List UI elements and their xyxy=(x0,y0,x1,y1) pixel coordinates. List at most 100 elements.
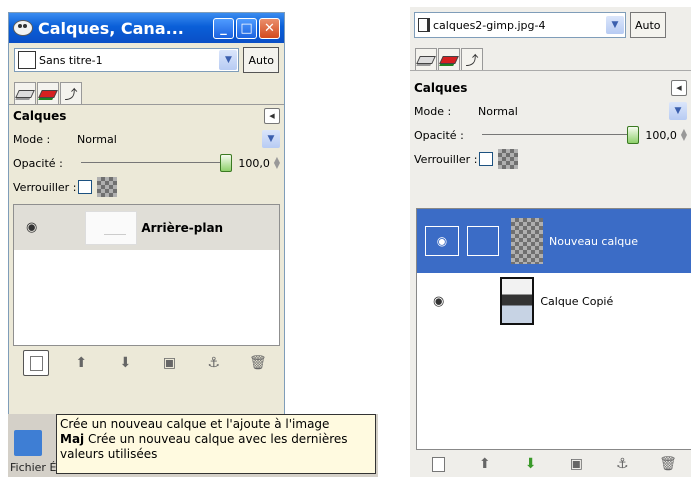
spinner-icon[interactable]: ▲ ▼ xyxy=(274,156,280,170)
opacity-slider[interactable] xyxy=(77,154,233,172)
eye-icon[interactable]: ◉ xyxy=(433,294,444,309)
mode-row: Mode : Normal ▼ xyxy=(9,127,284,151)
slider-handle[interactable] xyxy=(220,154,233,172)
layer-list: ◉ Arrière-plan xyxy=(13,204,280,346)
layer-thumbnail xyxy=(511,218,543,264)
chevron-down-icon[interactable]: ▼ xyxy=(219,50,238,70)
dock-tabs: ⤴ xyxy=(410,43,691,71)
tooltip-key: Maj xyxy=(60,432,85,446)
layer-thumbnail xyxy=(85,210,138,245)
delete-layer-button[interactable]: 🗑 xyxy=(246,351,270,375)
mode-label: Mode : xyxy=(414,104,452,118)
opacity-label: Opacité : xyxy=(13,156,63,170)
chevron-down-icon[interactable]: ▼ xyxy=(669,102,687,120)
opacity-value[interactable]: 100,0 xyxy=(645,129,677,142)
auto-button[interactable]: Auto xyxy=(630,12,666,38)
opacity-row: Opacité : 100,0 ▲ ▼ xyxy=(9,151,284,175)
dock-menu-button[interactable]: ◀ xyxy=(264,108,280,124)
tab-paths[interactable]: ⤴ xyxy=(60,82,82,104)
chain-toggle[interactable] xyxy=(467,226,499,256)
layer-thumbnail xyxy=(500,277,535,325)
layer-name[interactable]: Calque Copié xyxy=(540,295,613,308)
layers-icon xyxy=(15,89,35,98)
window-title: Calques, Cana... xyxy=(38,18,184,38)
lock-row: Verrouiller : xyxy=(9,175,284,199)
lock-row: Verrouiller : xyxy=(410,147,691,171)
lock-label: Verrouiller : xyxy=(414,152,478,166)
paths-icon: ⤴ xyxy=(465,54,479,69)
tab-layers[interactable] xyxy=(415,48,437,70)
layer-name[interactable]: Nouveau calque xyxy=(549,235,638,248)
image-combo[interactable]: calques2-gimp.jpg-4 ▼ xyxy=(414,12,626,38)
chevron-down-icon[interactable]: ▼ xyxy=(262,130,280,148)
opacity-row: Opacité : 100,0 ▲ ▼ xyxy=(410,123,691,147)
opacity-slider[interactable] xyxy=(478,126,640,144)
gimp-app-icon xyxy=(13,20,33,36)
lower-layer-button[interactable]: ⬇ xyxy=(113,351,137,375)
new-layer-icon xyxy=(29,355,43,371)
new-layer-button[interactable] xyxy=(427,452,451,476)
duplicate-layer-button[interactable]: ▣ xyxy=(158,351,182,375)
paths-icon: ⤴ xyxy=(64,88,78,103)
layers-window-left: Calques, Cana... _ □ ✕ Sans titre-1 ▼ Au… xyxy=(8,12,285,477)
tooltip-line-2: Crée un nouveau calque avec les dernière… xyxy=(87,432,348,446)
dock-header: Calques ◀ xyxy=(9,105,284,127)
layer-list: ◉ Nouveau calque ◉ Calque Copié xyxy=(416,208,691,450)
layer-actions-bar: ⬆ ⬇ ▣ ⚓ 🗑 xyxy=(13,348,280,378)
image-combo-value: Sans titre-1 xyxy=(39,53,103,67)
image-selector-row: calques2-gimp.jpg-4 ▼ Auto xyxy=(410,7,691,43)
eye-icon[interactable]: ◉ xyxy=(26,220,37,235)
image-combo-value: calques2-gimp.jpg-4 xyxy=(433,18,546,32)
raise-layer-button[interactable]: ⬆ xyxy=(69,351,93,375)
raise-layer-button[interactable]: ⬆ xyxy=(473,452,497,476)
layer-row[interactable]: ◉ Calque Copié xyxy=(417,273,691,329)
slider-handle[interactable] xyxy=(627,126,640,144)
opacity-label: Opacité : xyxy=(414,128,464,142)
opacity-value[interactable]: 100,0 xyxy=(238,157,270,170)
lock-alpha-checkbox[interactable] xyxy=(479,152,494,166)
new-layer-tooltip: Crée un nouveau calque et l'ajoute à l'i… xyxy=(56,414,376,474)
layer-row-selected[interactable]: ◉ Nouveau calque xyxy=(417,209,691,273)
new-layer-icon xyxy=(432,456,446,472)
new-layer-button[interactable] xyxy=(23,350,50,376)
window-titlebar[interactable]: Calques, Cana... _ □ ✕ xyxy=(9,13,284,43)
layer-name[interactable]: Arrière-plan xyxy=(141,221,223,235)
lock-label: Verrouiller : xyxy=(13,180,77,194)
tab-layers[interactable] xyxy=(14,82,36,104)
layers-icon xyxy=(416,55,436,64)
layers-window-right: calques2-gimp.jpg-4 ▼ Auto ⤴ Calques ◀ M… xyxy=(410,7,691,477)
image-selector-row: Sans titre-1 ▼ Auto xyxy=(9,43,284,77)
tab-channels[interactable] xyxy=(438,48,460,70)
image-thumb-icon xyxy=(18,51,36,69)
close-button[interactable]: ✕ xyxy=(259,17,280,39)
alpha-checker-icon xyxy=(498,149,519,169)
maximize-button[interactable]: □ xyxy=(236,17,257,39)
lock-alpha-checkbox[interactable] xyxy=(78,180,93,194)
tab-channels[interactable] xyxy=(37,82,59,104)
anchor-layer-button[interactable]: ⚓ xyxy=(202,351,226,375)
channels-icon xyxy=(38,89,58,98)
duplicate-layer-button[interactable]: ▣ xyxy=(564,452,588,476)
mode-select[interactable]: Normal xyxy=(478,105,669,118)
mode-row: Mode : Normal ▼ xyxy=(410,99,691,123)
delete-layer-button[interactable]: 🗑 xyxy=(656,452,680,476)
mode-label: Mode : xyxy=(13,132,51,146)
eye-icon[interactable]: ◉ xyxy=(425,226,459,256)
tooltip-line-1: Crée un nouveau calque et l'ajoute à l'i… xyxy=(60,417,330,431)
alpha-checker-icon xyxy=(97,177,118,197)
dock-title: Calques xyxy=(13,109,67,123)
mode-select[interactable]: Normal xyxy=(77,133,262,146)
tab-paths[interactable]: ⤴ xyxy=(461,48,483,70)
auto-button[interactable]: Auto xyxy=(243,47,279,73)
spinner-icon[interactable]: ▲ ▼ xyxy=(681,128,687,142)
minimize-button[interactable]: _ xyxy=(213,17,234,39)
layer-row[interactable]: ◉ Arrière-plan xyxy=(14,205,279,250)
dock-header: Calques ◀ xyxy=(410,77,691,99)
image-doc-icon xyxy=(418,18,430,32)
image-combo[interactable]: Sans titre-1 ▼ xyxy=(14,48,240,72)
anchor-layer-button[interactable]: ⚓ xyxy=(610,452,634,476)
dock-menu-button[interactable]: ◀ xyxy=(671,80,687,96)
chevron-down-icon[interactable]: ▼ xyxy=(606,16,624,34)
dock-tabs: ⤴ xyxy=(9,77,284,105)
lower-layer-button[interactable]: ⬇ xyxy=(519,452,543,476)
